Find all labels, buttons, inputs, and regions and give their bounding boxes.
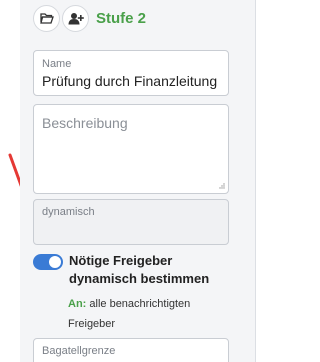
panel-divider	[255, 0, 256, 362]
recipients-prefix: An:	[68, 298, 87, 310]
toggle-knob	[49, 256, 61, 268]
stage-header: Stufe 2	[33, 4, 146, 32]
left-gutter	[0, 0, 20, 362]
stage-panel: Stufe 2 Name Prüfung durch Finanzleitung…	[20, 0, 256, 362]
dynamic-approver-toggle[interactable]	[33, 254, 63, 270]
threshold-field-label: Bagatellgrenze	[42, 345, 116, 357]
add-user-icon	[68, 12, 84, 24]
name-field[interactable]: Name Prüfung durch Finanzleitung	[33, 50, 229, 96]
description-textarea[interactable]: Beschreibung	[33, 104, 229, 194]
dynamic-field: dynamisch	[33, 199, 229, 245]
dynamic-field-label: dynamisch	[42, 206, 95, 218]
dynamic-approver-toggle-row: Nötige Freigeber dynamisch bestimmen	[33, 252, 233, 288]
threshold-field[interactable]: Bagatellgrenze	[33, 338, 229, 362]
toggle-label-line2: dynamisch bestimmen	[69, 271, 210, 286]
recipients-text-line2: Freigeber	[68, 318, 116, 330]
name-field-label: Name	[42, 58, 72, 70]
toggle-label: Nötige Freigeber dynamisch bestimmen	[69, 252, 239, 288]
name-field-value[interactable]: Prüfung durch Finanzleitung	[42, 73, 226, 89]
folder-open-icon	[39, 13, 54, 24]
recipients-text-line1: alle benachrichtigten	[89, 298, 191, 310]
description-placeholder: Beschreibung	[42, 115, 128, 131]
resize-grip-icon[interactable]	[218, 183, 225, 190]
recipients-info: An: alle benachrichtigten Freigeber	[68, 294, 238, 334]
toggle-label-line1: Nötige Freigeber	[69, 253, 173, 268]
stage-title: Stufe 2	[96, 9, 147, 27]
add-user-button[interactable]	[62, 4, 89, 32]
open-folder-button[interactable]	[33, 4, 60, 32]
